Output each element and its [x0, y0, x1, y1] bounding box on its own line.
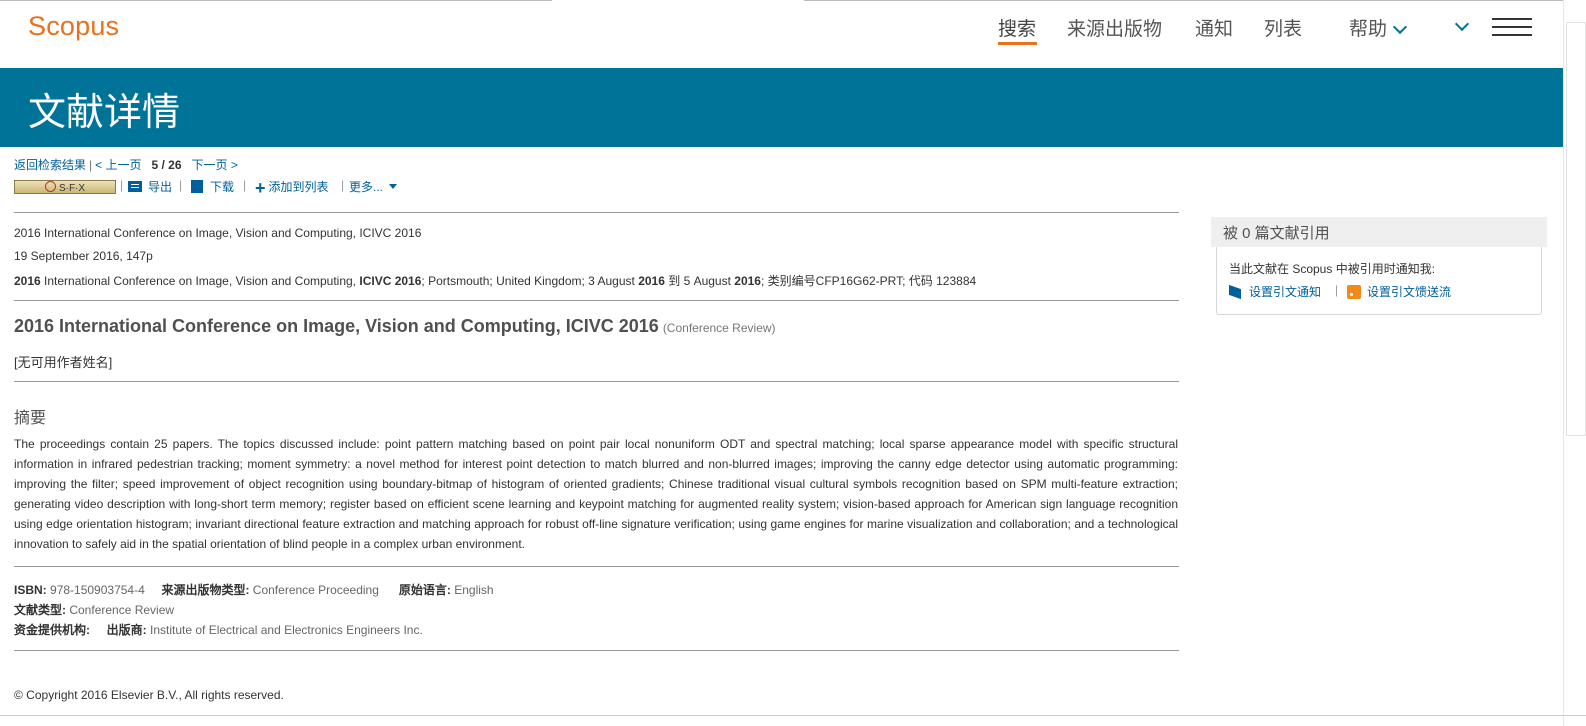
set-feed-label: 设置引文馈送流: [1367, 285, 1452, 299]
add-to-list-label: 添加到列表: [268, 180, 329, 194]
next-link[interactable]: 下一页 >: [192, 158, 238, 172]
isbn-value: 978-150903754-4: [50, 583, 145, 597]
bottom-border: [0, 715, 1586, 716]
chevron-down-icon: [1454, 16, 1470, 32]
page-title: 文献详情: [28, 90, 181, 134]
divider: [14, 212, 1179, 213]
account-dropdown[interactable]: [1449, 16, 1470, 37]
nav-alerts[interactable]: 通知: [1195, 14, 1233, 41]
isbn-label: ISBN:: [14, 583, 47, 597]
back-to-results-link[interactable]: 返回检索结果: [14, 158, 86, 172]
publisher-value: Institute of Electrical and Electronics …: [150, 623, 423, 637]
export-button[interactable]: 导出: [128, 178, 172, 195]
divider: |: [1335, 283, 1339, 297]
cited-by-header: 被 0 篇文献引用: [1211, 217, 1547, 247]
more-label: 更多...: [349, 180, 384, 194]
publisher-label: 出版商:: [106, 623, 147, 637]
sfx-button[interactable]: S·F·X: [14, 180, 116, 194]
divider: [14, 300, 1179, 301]
top-border: [804, 0, 1586, 1]
divider: |: [179, 178, 183, 192]
cited-by-panel: 当此文献在 Scopus 中被引用时通知我: 设置引文通知 | 设置引文馈送流: [1216, 247, 1542, 315]
export-icon: [128, 181, 142, 192]
chevron-down-icon: [1392, 19, 1408, 35]
result-position: 5 / 26: [151, 158, 182, 172]
metadata-row: 资金提供机构: 出版商: Institute of Electrical and…: [14, 621, 423, 638]
divider: |: [341, 178, 345, 192]
conf-end-year: 2016: [734, 274, 761, 288]
doc-type-value: Conference Review: [69, 603, 175, 617]
nav-help[interactable]: 帮助: [1349, 14, 1408, 41]
funding-label: 资金提供机构:: [14, 623, 90, 637]
divider: [14, 381, 1179, 382]
hamburger-menu-icon[interactable]: [1492, 18, 1532, 38]
conf-codes: ; 类别编号CFP16G62-PRT; 代码 123884: [760, 274, 977, 288]
abstract-heading: 摘要: [14, 410, 47, 427]
nav-search[interactable]: 搜索: [998, 14, 1036, 41]
top-border: [0, 0, 552, 1]
divider: [14, 650, 1179, 651]
previous-link[interactable]: < 上一页: [95, 158, 141, 172]
set-citation-feed-link[interactable]: 设置引文馈送流: [1347, 283, 1451, 300]
download-icon: [191, 180, 203, 193]
nav-active-indicator: [998, 42, 1037, 45]
abstract-text: The proceedings contain 25 papers. The t…: [14, 437, 1178, 551]
more-dropdown[interactable]: 更多...: [349, 178, 398, 195]
conf-name: International Conference on Image, Visio…: [40, 274, 360, 288]
export-label: 导出: [148, 180, 173, 194]
download-label: 下载: [210, 180, 235, 194]
nav-sources[interactable]: 来源出版物: [1067, 14, 1162, 41]
conf-start-year: 2016: [638, 274, 665, 288]
conf-acronym: ICIVC 2016: [359, 274, 422, 288]
conf-to: 到 5 August: [664, 274, 735, 288]
conference-info: 2016 International Conference on Image, …: [14, 272, 976, 289]
source-type-value: Conference Proceeding: [252, 583, 379, 597]
top-nav: Scopus 搜索 来源出版物 通知 列表 帮助: [0, 0, 1586, 68]
authors: [无可用作者姓名]: [14, 355, 113, 370]
caret-down-icon: [389, 184, 398, 189]
nav-help-label: 帮助: [1349, 19, 1388, 40]
rss-icon: [1347, 285, 1361, 299]
scopus-logo[interactable]: Scopus: [28, 11, 119, 42]
document-type-badge: (Conference Review): [662, 321, 776, 335]
cited-by-count: 被 0 篇文献引用: [1223, 225, 1330, 242]
divider: |: [243, 178, 247, 192]
page-banner: 文献详情: [0, 68, 1563, 147]
divider: |: [89, 158, 93, 172]
metadata-row: ISBN: 978-150903754-4 来源出版物类型: Conferenc…: [14, 581, 494, 598]
plus-icon: +: [255, 178, 266, 198]
tag-icon: [1229, 284, 1241, 300]
metadata-row: 文献类型: Conference Review: [14, 601, 174, 618]
add-to-list-button[interactable]: + 添加到列表: [255, 178, 329, 198]
notify-text: 当此文献在 Scopus 中被引用时通知我:: [1229, 262, 1436, 276]
conf-location: ; Portsmouth; United Kingdom; 3 August: [421, 274, 639, 288]
language-value: English: [454, 583, 494, 597]
set-alert-label: 设置引文通知: [1249, 285, 1322, 299]
doc-type-label: 文献类型:: [14, 603, 66, 617]
source-type-label: 来源出版物类型:: [161, 583, 250, 597]
document-title-text: 2016 International Conference on Image, …: [14, 316, 659, 336]
divider: |: [120, 178, 124, 192]
sfx-label: S·F·X: [58, 183, 86, 194]
document-title: 2016 International Conference on Image, …: [14, 316, 776, 337]
language-label: 原始语言:: [398, 583, 451, 597]
set-citation-alert-link[interactable]: 设置引文通知: [1229, 283, 1321, 300]
result-navigation: 返回检索结果 | < 上一页 5 / 26 下一页 >: [14, 156, 238, 173]
download-button[interactable]: 下载: [191, 178, 234, 195]
nav-lists[interactable]: 列表: [1264, 14, 1302, 41]
source-date-pages: 19 September 2016, 147p: [14, 249, 153, 263]
copyright: © Copyright 2016 Elsevier B.V., All righ…: [14, 688, 284, 702]
source-title-link[interactable]: 2016 International Conference on Image, …: [14, 226, 421, 240]
sfx-logo-icon: [44, 181, 56, 192]
scrollbar-thumb[interactable]: [1566, 22, 1586, 436]
conf-year: 2016: [14, 274, 41, 288]
divider: [14, 566, 1179, 567]
